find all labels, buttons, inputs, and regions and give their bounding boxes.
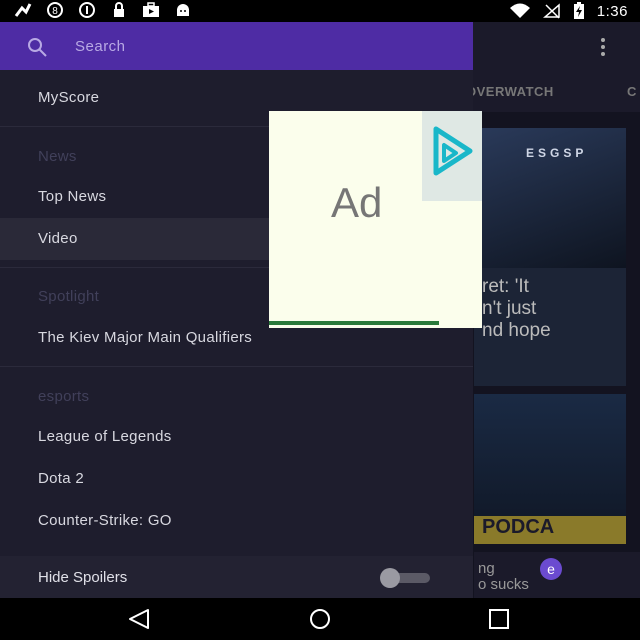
sponsor-logo: ESGSP [526,146,588,160]
drawer-item-dota-2[interactable]: Dota 2 [0,458,473,500]
divider [0,366,473,367]
tab-overwatch[interactable]: OVERWATCH [466,84,554,99]
toggle-thumb [380,568,400,588]
system-nav-bar [0,598,640,640]
battery-charging-icon [573,2,584,19]
recent-apps-icon[interactable] [486,608,514,630]
hide-spoilers-row[interactable]: Hide Spoilers [0,556,473,598]
ad-banner[interactable]: Ad [269,111,482,328]
back-icon[interactable] [126,608,154,630]
esports-logo-icon: e [540,558,562,580]
section-header-esports: esports [38,388,90,405]
info-icon [79,2,95,18]
caption-line-1: ng [478,560,495,577]
section-header-spotlight: Spotlight [38,288,100,305]
home-icon[interactable] [306,608,334,630]
no-signal-icon [542,3,560,19]
lock-icon [114,2,124,17]
section-header-news: News [38,148,77,165]
search-icon[interactable] [26,36,48,58]
drawer-search-bar[interactable]: Search [0,22,473,70]
hide-spoilers-toggle[interactable] [380,568,432,588]
overflow-menu-icon[interactable] [600,38,606,56]
search-placeholder[interactable]: Search [75,38,126,55]
number-8-icon: 8 [47,2,63,18]
svg-text:8: 8 [52,6,58,17]
wifi-icon [509,3,530,18]
podcast-strip: PODCA [474,516,626,544]
android-icon [177,4,189,16]
app-notification-icon [14,3,32,17]
drawer-item-counter-strike[interactable]: Counter-Strike: GO [0,500,473,542]
ad-progress-bar [269,321,439,325]
background-article-card[interactable]: ESGSP ret: 'It n't just nd hope [474,128,626,386]
clock: 1:36 [596,2,628,20]
play-arrow-icon [433,126,473,176]
hide-spoilers-label: Hide Spoilers [38,569,128,586]
ad-choices-badge[interactable] [422,111,482,201]
drawer-item-league-of-legends[interactable]: League of Legends [0,416,473,458]
background-podcast-card[interactable]: PODCA [474,394,626,544]
ad-label: Ad [331,179,383,226]
caption-line-2: o sucks [478,576,529,593]
briefcase-icon [143,2,159,17]
article-headline: ret: 'It n't just nd hope [482,276,551,341]
tab-next[interactable]: C [627,84,637,99]
status-bar: 8 1:36 [0,0,640,22]
